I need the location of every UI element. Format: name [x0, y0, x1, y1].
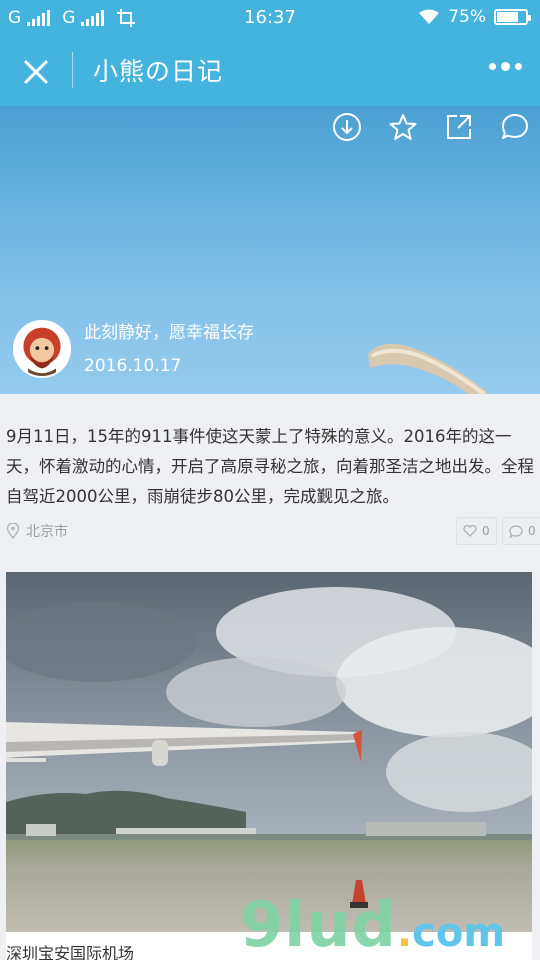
download-icon[interactable]	[332, 112, 362, 142]
close-icon[interactable]	[18, 54, 54, 90]
hero-banner: 此刻静好，愿幸福长存 2016.10.17	[0, 106, 540, 394]
airport-photo[interactable]	[6, 572, 532, 932]
watermark-logo: 9lud.com	[240, 888, 505, 960]
battery-percent: 75%	[448, 7, 486, 27]
heart-icon	[463, 525, 477, 537]
like-button[interactable]: 0	[456, 517, 497, 545]
nav-divider	[72, 52, 73, 88]
comment-icon[interactable]	[500, 112, 530, 142]
watermark-tld: com	[412, 910, 505, 956]
star-icon[interactable]	[388, 112, 418, 142]
photo-caption: 深圳宝安国际机场	[6, 944, 135, 960]
hero-actions	[332, 112, 530, 142]
post-card: 9月11日，15年的911事件使这天蒙上了特殊的意义。2016年的这一天，怀着激…	[0, 394, 540, 556]
comment-bubble-icon	[509, 524, 523, 538]
location-pin-icon	[6, 523, 20, 539]
status-bar: G G 16:37 75%	[0, 0, 540, 36]
avatar[interactable]	[13, 320, 71, 378]
post-date: 2016.10.17	[84, 356, 182, 376]
comment-button[interactable]: 0	[502, 517, 540, 545]
like-count: 0	[482, 524, 490, 538]
wifi-icon	[419, 9, 440, 24]
plane-trail-image	[368, 343, 490, 394]
page-title: 小熊の日记	[93, 57, 224, 86]
watermark-dot: .	[396, 910, 413, 956]
location-label: 北京市	[26, 524, 68, 540]
location[interactable]: 北京市	[6, 521, 68, 541]
more-menu-icon[interactable]	[489, 62, 522, 71]
post-text: 9月11日，15年的911事件使这天蒙上了特殊的意义。2016年的这一天，怀着激…	[6, 427, 534, 506]
battery-icon	[494, 9, 531, 25]
comment-count: 0	[528, 524, 536, 538]
status-right: 75%	[418, 7, 531, 27]
watermark-brand: 9lud	[240, 888, 397, 960]
nav-bar: 小熊の日记	[0, 36, 540, 106]
share-icon[interactable]	[444, 112, 474, 142]
hero-motto: 此刻静好，愿幸福长存	[84, 323, 254, 343]
